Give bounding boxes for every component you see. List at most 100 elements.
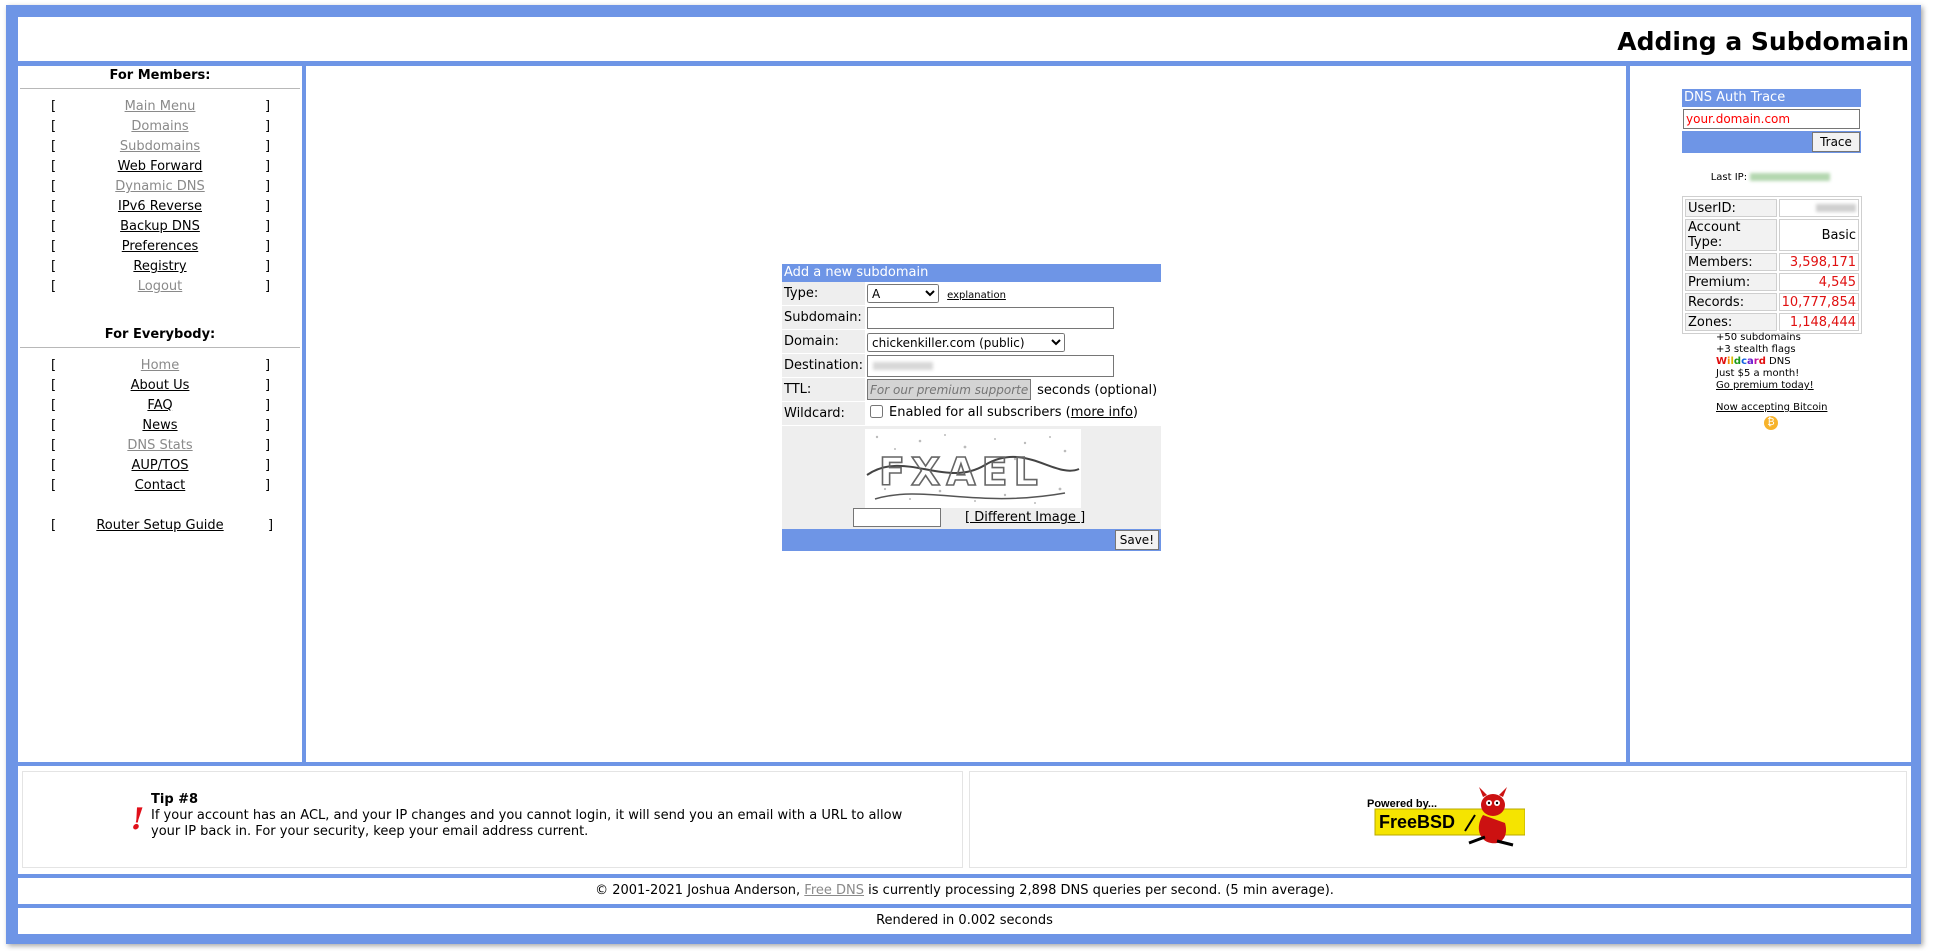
more-info-link[interactable]: more info — [1071, 405, 1133, 420]
divider — [20, 347, 300, 348]
add-subdomain-form: Add a new subdomain Type: A explanation … — [782, 264, 1161, 551]
bracket-right: ] — [265, 398, 271, 413]
captcha-noise: FXAEL — [866, 434, 1080, 504]
promo-line3: Wildcard DNS — [1716, 356, 1827, 368]
stat-value: 4,545 — [1778, 273, 1859, 291]
bracket-right: ] — [265, 378, 271, 393]
nav-row-domains: [Domains] — [18, 117, 302, 137]
nav-link-news[interactable]: News — [18, 416, 302, 436]
stats-row: Members: 3,598,171 — [1685, 253, 1859, 271]
nav-link-aup-tos[interactable]: AUP/TOS — [18, 456, 302, 476]
tip-area: ! Tip #8 If your account has an ACL, and… — [18, 766, 1911, 874]
stat-value: Basic — [1778, 219, 1859, 251]
nav-row-main-menu: [Main Menu] — [18, 97, 302, 117]
bracket-right: ] — [265, 418, 271, 433]
destination-label: Destination: — [782, 354, 865, 377]
stats-row: UserID: — [1685, 199, 1859, 217]
nav-row-ipv6-reverse: [IPv6 Reverse] — [18, 197, 302, 217]
explanation-link[interactable]: explanation — [947, 290, 1006, 301]
nav-link-registry[interactable]: Registry — [18, 257, 302, 277]
freebsd-daemon-icon: Powered by... FreeBSD — [1367, 787, 1526, 847]
save-button[interactable]: Save! — [1114, 530, 1159, 550]
promo-line3-suffix: DNS — [1765, 356, 1791, 367]
domain-select[interactable]: chickenkiller.com (public) — [867, 333, 1065, 352]
everybody-nav-list: [Home][About Us][FAQ][News][DNS Stats][A… — [18, 356, 302, 496]
footer-render-time: Rendered in 0.002 seconds — [18, 908, 1911, 934]
router-setup-guide-link[interactable]: Router Setup Guide — [18, 516, 302, 536]
nav-link-subdomains[interactable]: Subdomains — [18, 137, 302, 157]
bracket-right: ] — [265, 139, 271, 154]
nav-row-about-us: [About Us] — [18, 376, 302, 396]
stats-row: Account Type: Basic — [1685, 219, 1859, 251]
stat-value: 3,598,171 — [1778, 253, 1859, 271]
promo-line4: Just $5 a month! — [1716, 368, 1800, 379]
bitcoin-link[interactable]: Now accepting Bitcoin — [1716, 402, 1827, 413]
premium-promo: +50 subdomains +3 stealth flags Wildcard… — [1716, 332, 1827, 430]
trace-button[interactable]: Trace — [1812, 132, 1860, 152]
nav-link-about-us[interactable]: About Us — [18, 376, 302, 396]
freebsd-logo[interactable]: Powered by... FreeBSD — [1365, 785, 1526, 851]
powered-by-panel: Powered by... FreeBSD — [969, 771, 1907, 868]
stats-row: Records: 10,777,854 — [1685, 293, 1859, 311]
bracket-right: ] — [265, 478, 271, 493]
bracket-right: ] — [265, 358, 271, 373]
bitcoin-icon: ₿ — [1764, 416, 1778, 430]
nav-link-contact[interactable]: Contact — [18, 476, 302, 496]
bracket-right: ] — [265, 179, 271, 194]
nav-link-main-menu[interactable]: Main Menu — [18, 97, 302, 117]
account-stats-table: UserID: Account Type: Basic Members: 3,598,1… — [1682, 196, 1862, 334]
type-select[interactable]: A — [867, 284, 939, 303]
subdomain-label: Subdomain: — [782, 306, 865, 329]
promo-wildcard-word: Wildcard — [1716, 356, 1766, 367]
bracket-right: ] — [265, 279, 271, 294]
stat-value — [1778, 199, 1859, 217]
bracket-right: ] — [265, 219, 271, 234]
captcha-image: FXAEL — [865, 429, 1081, 508]
ttl-suffix: seconds (optional) — [1037, 382, 1158, 398]
nav-row-preferences: [Preferences] — [18, 237, 302, 257]
captcha-input[interactable] — [853, 508, 941, 527]
bracket-right: ] — [265, 159, 271, 174]
wildcard-letter: d — [1733, 356, 1742, 367]
stat-label: Zones: — [1685, 313, 1777, 331]
page-frame: Adding a Subdomain For Members: [Main Me… — [6, 5, 1921, 944]
wildcard-checkbox[interactable] — [870, 405, 883, 418]
nav-row-logout: [Logout] — [18, 277, 302, 297]
footer-copyright: © 2001-2021 Joshua Anderson, Free DNS is… — [18, 878, 1911, 904]
nav-link-web-forward[interactable]: Web Forward — [18, 157, 302, 177]
bracket-right: ] — [265, 239, 271, 254]
nav-link-faq[interactable]: FAQ — [18, 396, 302, 416]
subdomain-input[interactable] — [867, 307, 1114, 329]
domain-row: Domain: chickenkiller.com (public) — [782, 330, 1161, 354]
nav-link-domains[interactable]: Domains — [18, 117, 302, 137]
nav-row-dynamic-dns: [Dynamic DNS] — [18, 177, 302, 197]
nav-link-logout[interactable]: Logout — [18, 277, 302, 297]
nav-link-preferences[interactable]: Preferences — [18, 237, 302, 257]
wildcard-close: ) — [1132, 405, 1138, 420]
nav-link-dynamic-dns[interactable]: Dynamic DNS — [18, 177, 302, 197]
nav-link-home[interactable]: Home — [18, 356, 302, 376]
stats-row: Zones: 1,148,444 — [1685, 313, 1859, 331]
nav-link-ipv6-reverse[interactable]: IPv6 Reverse — [18, 197, 302, 217]
left-sidebar: For Members: [Main Menu][Domains][Subdom… — [18, 66, 302, 762]
rendered-text: Rendered in 0.002 seconds — [876, 913, 1053, 928]
ttl-label: TTL: — [782, 378, 865, 401]
trace-button-row: Trace — [1682, 131, 1861, 153]
destination-input[interactable] — [867, 355, 1114, 377]
trace-domain-input[interactable] — [1683, 109, 1860, 129]
nav-link-backup-dns[interactable]: Backup DNS — [18, 217, 302, 237]
stat-label: Premium: — [1685, 273, 1777, 291]
bracket-right: ] — [268, 518, 274, 533]
stat-value: 1,148,444 — [1778, 313, 1859, 331]
tip-heading: Tip #8 — [151, 792, 199, 807]
everybody-heading: For Everybody: — [104, 327, 216, 342]
bracket-right: ] — [265, 458, 271, 473]
go-premium-link[interactable]: Go premium today! — [1716, 380, 1814, 391]
bracket-right: ] — [265, 199, 271, 214]
different-image-link[interactable]: [ Different Image ] — [965, 510, 1085, 525]
free-dns-link[interactable]: Free DNS — [804, 883, 864, 898]
ttl-row: TTL: seconds (optional) — [782, 378, 1161, 402]
nav-row-subdomains: [Subdomains] — [18, 137, 302, 157]
nav-link-dns-stats[interactable]: DNS Stats — [18, 436, 302, 456]
type-row: Type: A explanation — [782, 282, 1161, 306]
